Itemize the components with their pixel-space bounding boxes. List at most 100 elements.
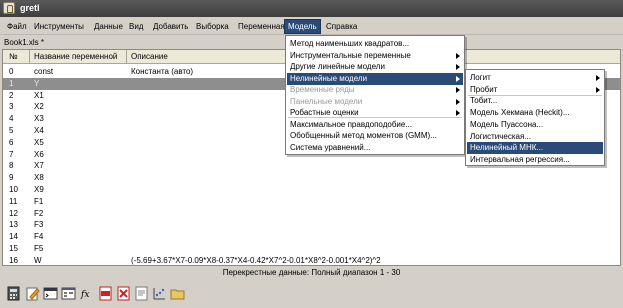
menu-item[interactable]: Интервальная регрессия... [467,154,603,166]
session-icon[interactable] [61,286,76,301]
menu-item-label: Интервальная регрессия... [470,154,570,164]
table-row[interactable]: 16 W (-5.69+3.67*X7-0.09*X8-0.37*X4-0.42*X… [3,255,620,265]
menu-item[interactable]: Нелинейный МНК... [467,142,603,155]
menu-item-label: Метод наименьших квадратов... [290,39,410,48]
cell-num: 16 [9,255,18,265]
help-icon[interactable] [134,286,149,301]
table-row[interactable]: 11 F1 [3,196,620,208]
menu-item-label: Логит [470,73,491,82]
cell-num: 5 [9,126,14,135]
cell-name: X5 [34,137,44,147]
menu-item: Временные ряды [287,84,463,96]
header-description[interactable]: Описание [131,52,168,61]
cell-num: 2 [9,90,14,100]
menu-view[interactable]: Вид [126,20,146,33]
menu-item-label: Логистическая... [470,131,531,141]
menu-sample[interactable]: Выборка [193,20,232,33]
cell-num: 13 [9,220,18,230]
menu-item-label: Временные ряды [290,85,355,94]
menu-help[interactable]: Справка [323,20,360,33]
cell-num: 9 [9,173,14,183]
table-row[interactable]: 12 F2 [3,208,620,220]
folder-icon[interactable] [170,286,185,301]
menu-item-label: Другие линейные модели [290,62,385,71]
function-icon[interactable]: fx [80,286,95,301]
status-range: Перекрестные данные: Полный диапазон 1 -… [222,268,401,277]
table-row[interactable]: 13 F3 [3,219,620,231]
menu-separator [468,95,602,96]
submenu-arrow-icon [456,98,460,105]
menu-item: Панельные модели [287,96,463,108]
menu-separator [288,117,462,118]
menu-model[interactable]: Модель [284,19,321,34]
cell-num: 12 [9,208,18,218]
submenu-arrow-icon [596,75,600,81]
menu-data[interactable]: Данные [91,20,126,33]
cell-name: X1 [34,90,44,100]
menu-item-label: Модель Пуассона... [470,119,544,129]
cell-num: 11 [9,196,18,206]
cell-name: W [34,255,42,265]
cell-name: const [34,67,54,76]
menu-item[interactable]: Другие линейные модели [287,61,463,73]
menu-tools[interactable]: Инструменты [31,20,87,33]
calculator-icon[interactable] [6,286,21,301]
cell-desc: Константа (авто) [131,67,194,76]
submenu-arrow-icon [456,64,460,70]
cell-num: 7 [9,149,14,159]
table-row[interactable]: 10 X9 [3,184,620,196]
menu-item[interactable]: Обобщенный метод моментов (GMM)... [287,130,463,142]
pdf-icon[interactable] [116,286,131,301]
menu-item-label: Максимальное правдоподобие... [290,119,412,129]
menu-item-label: Пробит [470,84,498,94]
pdf-icon[interactable] [98,286,113,301]
header-number[interactable]: № [9,52,18,61]
cell-num: 8 [9,161,14,171]
chart-icon[interactable] [152,286,167,301]
cell-num: 15 [9,244,18,253]
cell-name: X7 [34,161,44,171]
cell-name: X4 [34,126,44,135]
menu-item[interactable]: Модель Пуассона... [467,119,603,131]
menu-add[interactable]: Добавить [150,20,191,33]
menu-item[interactable]: Логистическая... [467,131,603,143]
menu-item-label: Панельные модели [290,96,363,106]
table-row[interactable]: 9 X8 [3,172,620,184]
header-divider [29,50,30,64]
header-variable-name[interactable]: Название переменной [34,52,117,61]
terminal-icon[interactable] [43,286,58,301]
submenu-arrow-icon [456,110,460,116]
menu-item-label: Нелинейный МНК... [470,143,544,153]
menu-item[interactable]: Пробит [467,84,603,96]
gretl-app-icon [3,2,15,14]
menu-item[interactable]: Нелинейные модели [287,72,463,85]
menu-file[interactable]: Файл [4,20,30,33]
menu-item-label: Нелинейные модели [290,73,368,83]
cell-num: 4 [9,114,14,124]
cell-desc: (-5.69+3.67*X7-0.09*X8-0.37*X4-0.42*X7^2… [131,255,381,265]
menu-item[interactable]: Логит [467,72,603,84]
window-title: gretl [20,3,40,13]
menu-item[interactable]: Модель Хекмана (Heckit)... [467,107,603,119]
model-menu: Метод наименьших квадратов... Инструмента… [285,35,465,155]
menu-item[interactable]: Метод наименьших квадратов... [287,38,463,50]
menu-variable[interactable]: Переменная [235,20,288,33]
edit-icon[interactable] [25,286,40,301]
table-row[interactable]: 15 F5 [3,243,620,255]
cell-name: X6 [34,149,44,159]
submenu-arrow-icon [456,52,460,59]
submenu-arrow-icon [596,86,600,93]
bottom-toolbar: fx [3,284,193,304]
cell-num: 14 [9,232,18,242]
table-row[interactable]: 14 F4 [3,231,620,243]
cell-num: 0 [9,67,14,76]
menu-item[interactable]: Максимальное правдоподобие... [287,119,463,131]
cell-name: F1 [34,196,44,206]
menu-item[interactable]: Тобит... [467,95,603,107]
svg-text:fx: fx [80,290,89,300]
menu-item-label: Тобит... [470,96,498,106]
menu-item[interactable]: Система уравнений... [287,142,463,154]
menu-item-label: Модель Хекмана (Heckit)... [470,108,570,118]
menu-item[interactable]: Инструментальные переменные [287,50,463,62]
menubar: Файл Инструменты Данные Вид Добавить Выб… [0,17,623,35]
